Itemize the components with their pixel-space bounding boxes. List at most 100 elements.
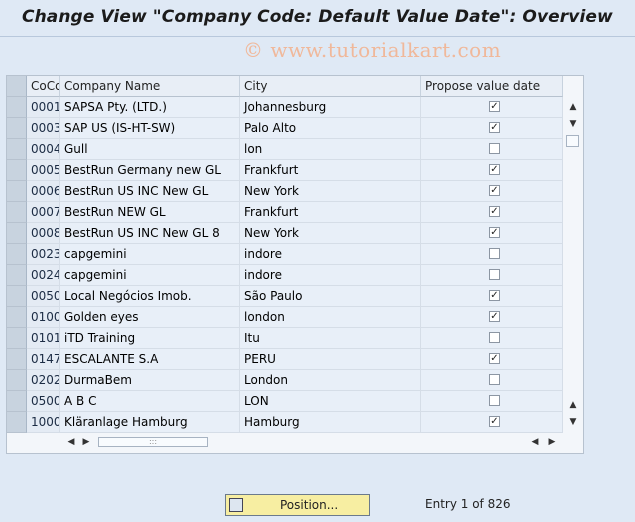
row-selector[interactable] (7, 160, 27, 181)
column-header-city[interactable]: City (240, 76, 421, 97)
propose-value-date-checkbox[interactable] (489, 143, 500, 154)
cell-cocd: 0100 (27, 307, 60, 328)
cell-propose-value-date: ✓ (421, 349, 563, 370)
cell-cocd: 0050 (27, 286, 60, 307)
vertical-scrollbar[interactable]: ▲ ▼ ▲ ▼ (563, 76, 582, 432)
cell-propose-value-date (421, 139, 563, 160)
row-selector[interactable] (7, 328, 27, 349)
cell-city: Frankfurt (240, 160, 421, 181)
entry-counter: Entry 1 of 826 (425, 497, 511, 511)
row-selector[interactable] (7, 223, 27, 244)
propose-value-date-checkbox[interactable] (489, 269, 500, 280)
row-selector[interactable] (7, 370, 27, 391)
cell-city: lon (240, 139, 421, 160)
row-selector[interactable] (7, 244, 27, 265)
propose-value-date-checkbox[interactable]: ✓ (489, 416, 500, 427)
cell-cocd: 0202 (27, 370, 60, 391)
cell-city: New York (240, 181, 421, 202)
column-header-cocd[interactable]: CoCd (27, 76, 60, 97)
cell-city: london (240, 307, 421, 328)
scroll-left-icon[interactable]: ◀ (64, 436, 78, 448)
position-button[interactable]: Position... (225, 494, 370, 516)
row-selector[interactable] (7, 307, 27, 328)
row-selector[interactable] (7, 391, 27, 412)
row-selector[interactable] (7, 181, 27, 202)
cell-company-name: iTD Training (60, 328, 240, 349)
horizontal-scroll-thumb[interactable]: ::: (98, 437, 208, 447)
scroll-right-icon[interactable]: ▶ (79, 436, 93, 448)
cell-cocd: 0147 (27, 349, 60, 370)
scroll-down-icon[interactable]: ▼ (566, 118, 580, 130)
propose-value-date-checkbox[interactable]: ✓ (489, 164, 500, 175)
cell-city: New York (240, 223, 421, 244)
table-control: CoCd Company Name City Propose value dat… (6, 75, 584, 454)
table-row: 0500 A B C LON (7, 391, 563, 412)
cell-city: Palo Alto (240, 118, 421, 139)
table-row: 0007 BestRun NEW GL Frankfurt ✓ (7, 202, 563, 223)
row-selector[interactable] (7, 97, 27, 118)
cell-company-name: capgemini (60, 244, 240, 265)
cell-city: indore (240, 244, 421, 265)
propose-value-date-checkbox[interactable]: ✓ (489, 227, 500, 238)
cell-cocd: 0007 (27, 202, 60, 223)
propose-value-date-checkbox[interactable]: ✓ (489, 206, 500, 217)
propose-value-date-checkbox[interactable]: ✓ (489, 353, 500, 364)
cell-propose-value-date (421, 370, 563, 391)
table-row: 0147 ESCALANTE S.A PERU ✓ (7, 349, 563, 370)
row-selector[interactable] (7, 265, 27, 286)
propose-value-date-checkbox[interactable] (489, 248, 500, 259)
horizontal-scrollbar[interactable]: ◀ ▶ ::: ◀ ▶ (7, 432, 583, 452)
scroll-up-icon[interactable]: ▲ (566, 101, 580, 113)
cell-city: São Paulo (240, 286, 421, 307)
vertical-scroll-thumb[interactable] (566, 135, 579, 147)
row-selector[interactable] (7, 118, 27, 139)
table-row: 0003 SAP US (IS-HT-SW) Palo Alto ✓ (7, 118, 563, 139)
scroll-left-end-icon[interactable]: ◀ (528, 436, 542, 448)
row-selector[interactable] (7, 202, 27, 223)
propose-value-date-checkbox[interactable] (489, 374, 500, 385)
propose-value-date-checkbox[interactable]: ✓ (489, 311, 500, 322)
propose-value-date-checkbox[interactable] (489, 395, 500, 406)
cell-company-name: DurmaBem (60, 370, 240, 391)
cell-city: Hamburg (240, 412, 421, 433)
table-row: 0050 Local Negócios Imob. São Paulo ✓ (7, 286, 563, 307)
scroll-right-end-icon[interactable]: ▶ (545, 436, 559, 448)
cell-cocd: 0023 (27, 244, 60, 265)
cell-propose-value-date: ✓ (421, 181, 563, 202)
cell-city: PERU (240, 349, 421, 370)
propose-value-date-checkbox[interactable]: ✓ (489, 185, 500, 196)
cell-cocd: 0101 (27, 328, 60, 349)
row-selector[interactable] (7, 139, 27, 160)
scroll-down-bottom-icon[interactable]: ▼ (566, 416, 580, 428)
row-selector[interactable] (7, 412, 27, 433)
table-row: 0202 DurmaBem London (7, 370, 563, 391)
cell-company-name: BestRun US INC New GL 8 (60, 223, 240, 244)
propose-value-date-checkbox[interactable]: ✓ (489, 290, 500, 301)
select-all-cell[interactable] (7, 76, 27, 97)
cell-company-name: Kläranlage Hamburg (60, 412, 240, 433)
propose-value-date-checkbox[interactable] (489, 332, 500, 343)
cell-company-name: SAP US (IS-HT-SW) (60, 118, 240, 139)
table-row: 0004 Gull lon (7, 139, 563, 160)
column-header-propose-value-date[interactable]: Propose value date (421, 76, 563, 97)
row-selector[interactable] (7, 349, 27, 370)
propose-value-date-checkbox[interactable]: ✓ (489, 101, 500, 112)
table-row: 0101 iTD Training Itu (7, 328, 563, 349)
cell-city: Johannesburg (240, 97, 421, 118)
cell-propose-value-date (421, 391, 563, 412)
table-row: 0024 capgemini indore (7, 265, 563, 286)
cell-cocd: 0500 (27, 391, 60, 412)
cell-city: Itu (240, 328, 421, 349)
position-button-label: Position... (280, 498, 339, 512)
cell-company-name: BestRun NEW GL (60, 202, 240, 223)
cell-cocd: 0001 (27, 97, 60, 118)
cell-cocd: 0005 (27, 160, 60, 181)
cell-cocd: 0006 (27, 181, 60, 202)
cell-city: indore (240, 265, 421, 286)
row-selector[interactable] (7, 286, 27, 307)
scroll-up-bottom-icon[interactable]: ▲ (566, 399, 580, 411)
propose-value-date-checkbox[interactable]: ✓ (489, 122, 500, 133)
table-row: 0006 BestRun US INC New GL New York ✓ (7, 181, 563, 202)
title-bar: Change View "Company Code: Default Value… (0, 0, 635, 37)
column-header-company-name[interactable]: Company Name (60, 76, 240, 97)
